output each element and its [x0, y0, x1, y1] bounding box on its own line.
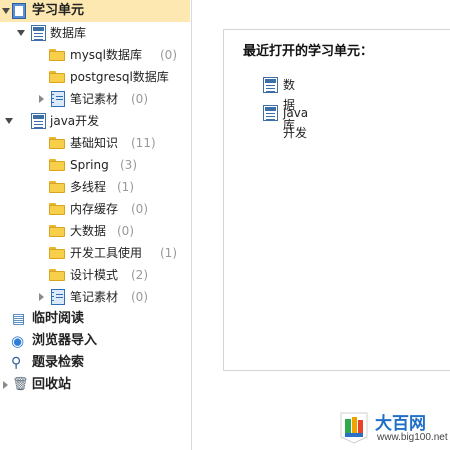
item-count: (2): [131, 268, 148, 282]
notebook-icon: [51, 91, 65, 107]
database-icon: [31, 25, 46, 41]
folder-icon: [49, 159, 65, 171]
folder-icon: [49, 269, 65, 281]
item-count: (0): [131, 92, 148, 106]
trash-icon: 🗑: [12, 377, 29, 392]
database-icon: [263, 77, 278, 93]
recent-unit-label: java开发: [283, 106, 309, 140]
folder-icon: [49, 247, 65, 259]
tree-item-label: 基础知识: [70, 136, 119, 150]
tree-item-label: 笔记素材: [70, 290, 119, 304]
watermark: 大百网 www.big100.net: [335, 405, 450, 450]
tree-item-study-units[interactable]: 学习单元: [0, 0, 190, 22]
folder-icon: [49, 181, 65, 193]
folder-icon: [49, 225, 65, 237]
item-count: (11): [131, 136, 156, 150]
item-count: (0): [160, 48, 177, 62]
browser-import-icon: ◉: [11, 332, 25, 350]
tree-item-label: 浏览器导入: [32, 333, 98, 348]
item-count: (1): [117, 180, 134, 194]
tree-item-label: postgresql数据库: [70, 70, 169, 84]
collapse-arrow-icon[interactable]: [3, 381, 8, 389]
tree-item-label: 学习单元: [32, 3, 85, 18]
expand-arrow-icon[interactable]: [2, 8, 10, 14]
tree-item-label: 多线程: [70, 180, 107, 194]
expand-arrow-icon[interactable]: [17, 30, 25, 36]
item-count: (0): [131, 290, 148, 304]
magnifier-icon: ⚲: [11, 355, 22, 371]
tree-item-label: Spring: [70, 158, 109, 172]
tree-item-label: 回收站: [32, 377, 72, 392]
item-count: (0): [117, 224, 134, 238]
folder-icon: [49, 71, 65, 83]
sidebar-tree: 学习单元 数据库 mysql数据库 (0) postgresql数据库 笔记素材…: [0, 0, 192, 450]
item-count: (1): [160, 246, 177, 260]
watermark-url: www.big100.net: [377, 432, 448, 443]
tree-item-label: 题录检索: [32, 355, 85, 370]
tree-item-label: 临时阅读: [32, 311, 85, 326]
tree-item-label: 内存缓存: [70, 202, 119, 216]
recent-units-panel: 最近打开的学习单元： 数据库 java开发: [223, 29, 450, 371]
tree-item-label: 数据库: [50, 26, 87, 40]
folder-icon: [49, 49, 65, 61]
tree-item-label: 开发工具使用: [70, 246, 143, 260]
tree-item-label: 笔记素材: [70, 92, 119, 106]
item-count: (0): [131, 202, 148, 216]
watermark-name: 大百网: [375, 414, 426, 434]
item-count: (3): [120, 158, 137, 172]
study-unit-icon: [12, 3, 26, 19]
expand-arrow-icon[interactable]: [5, 118, 13, 124]
collapse-arrow-icon[interactable]: [39, 293, 44, 301]
tree-item-label: 大数据: [70, 224, 107, 238]
tree-item-label: 设计模式: [70, 268, 119, 282]
tree-item-label: mysql数据库: [70, 48, 142, 62]
collapse-arrow-icon[interactable]: [39, 95, 44, 103]
tree-item-label: java开发: [50, 114, 100, 128]
database-icon: [31, 113, 46, 129]
clock-book-icon: ▤: [12, 311, 26, 327]
recent-units-title: 最近打开的学习单元：: [243, 44, 374, 59]
database-icon: [263, 105, 278, 121]
folder-icon: [49, 137, 65, 149]
notebook-icon: [51, 289, 65, 305]
watermark-logo-icon: [340, 412, 368, 444]
folder-icon: [49, 203, 65, 215]
